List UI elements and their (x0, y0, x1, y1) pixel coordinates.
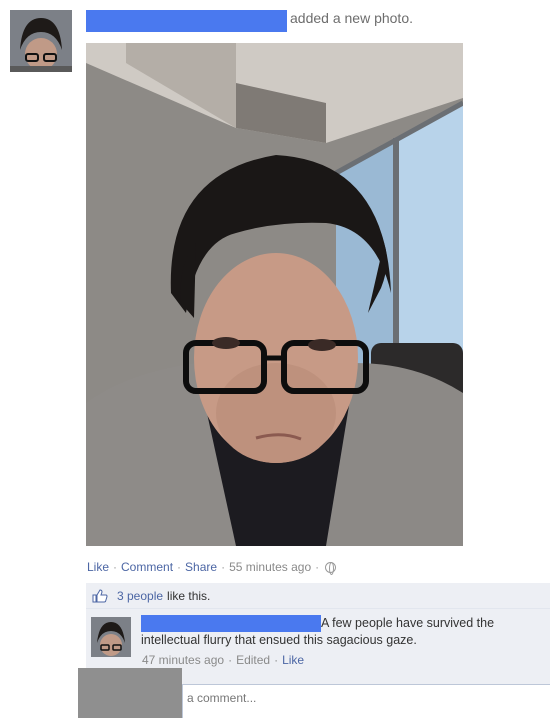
comment-composer: a comment... (78, 668, 550, 718)
comment-input[interactable]: a comment... (182, 684, 550, 718)
comment-text-line1: A few people have survived the (321, 616, 495, 630)
likes-count-link[interactable]: 3 people (117, 589, 163, 603)
comment-meta: 47 minutes ago · Edited · Like (142, 653, 305, 667)
story-action-text: added a new photo. (290, 10, 413, 26)
post-timestamp[interactable]: 55 minutes ago (229, 560, 311, 574)
commenter-avatar[interactable] (91, 617, 131, 657)
comment-like-link[interactable]: Like (282, 653, 304, 667)
redacted-composer-avatar (78, 668, 182, 718)
share-link[interactable]: Share (185, 560, 217, 574)
comment-text-line2: intellectual flurry that ensued this sag… (141, 633, 417, 647)
likes-suffix: like this. (167, 588, 211, 603)
thumbs-up-icon (92, 588, 108, 603)
facebook-photo-post: added a new photo. Like · Comment · Shar… (0, 0, 550, 718)
comment-edited-label[interactable]: Edited (236, 653, 270, 667)
post-action-bar: Like · Comment · Share · 55 minutes ago … (87, 560, 337, 575)
post-photo[interactable] (86, 43, 463, 546)
comment-link[interactable]: Comment (121, 560, 173, 574)
comment-body: A few people have survived the intellect… (141, 615, 541, 649)
likes-summary: 3 people like this. (86, 583, 550, 609)
redacted-poster-name (86, 10, 287, 32)
poster-avatar[interactable] (10, 10, 72, 72)
globe-icon[interactable] (325, 561, 337, 575)
like-link[interactable]: Like (87, 560, 109, 574)
feedback-area: 3 people like this. A few people have su… (86, 583, 550, 673)
comment-timestamp[interactable]: 47 minutes ago (142, 653, 224, 667)
